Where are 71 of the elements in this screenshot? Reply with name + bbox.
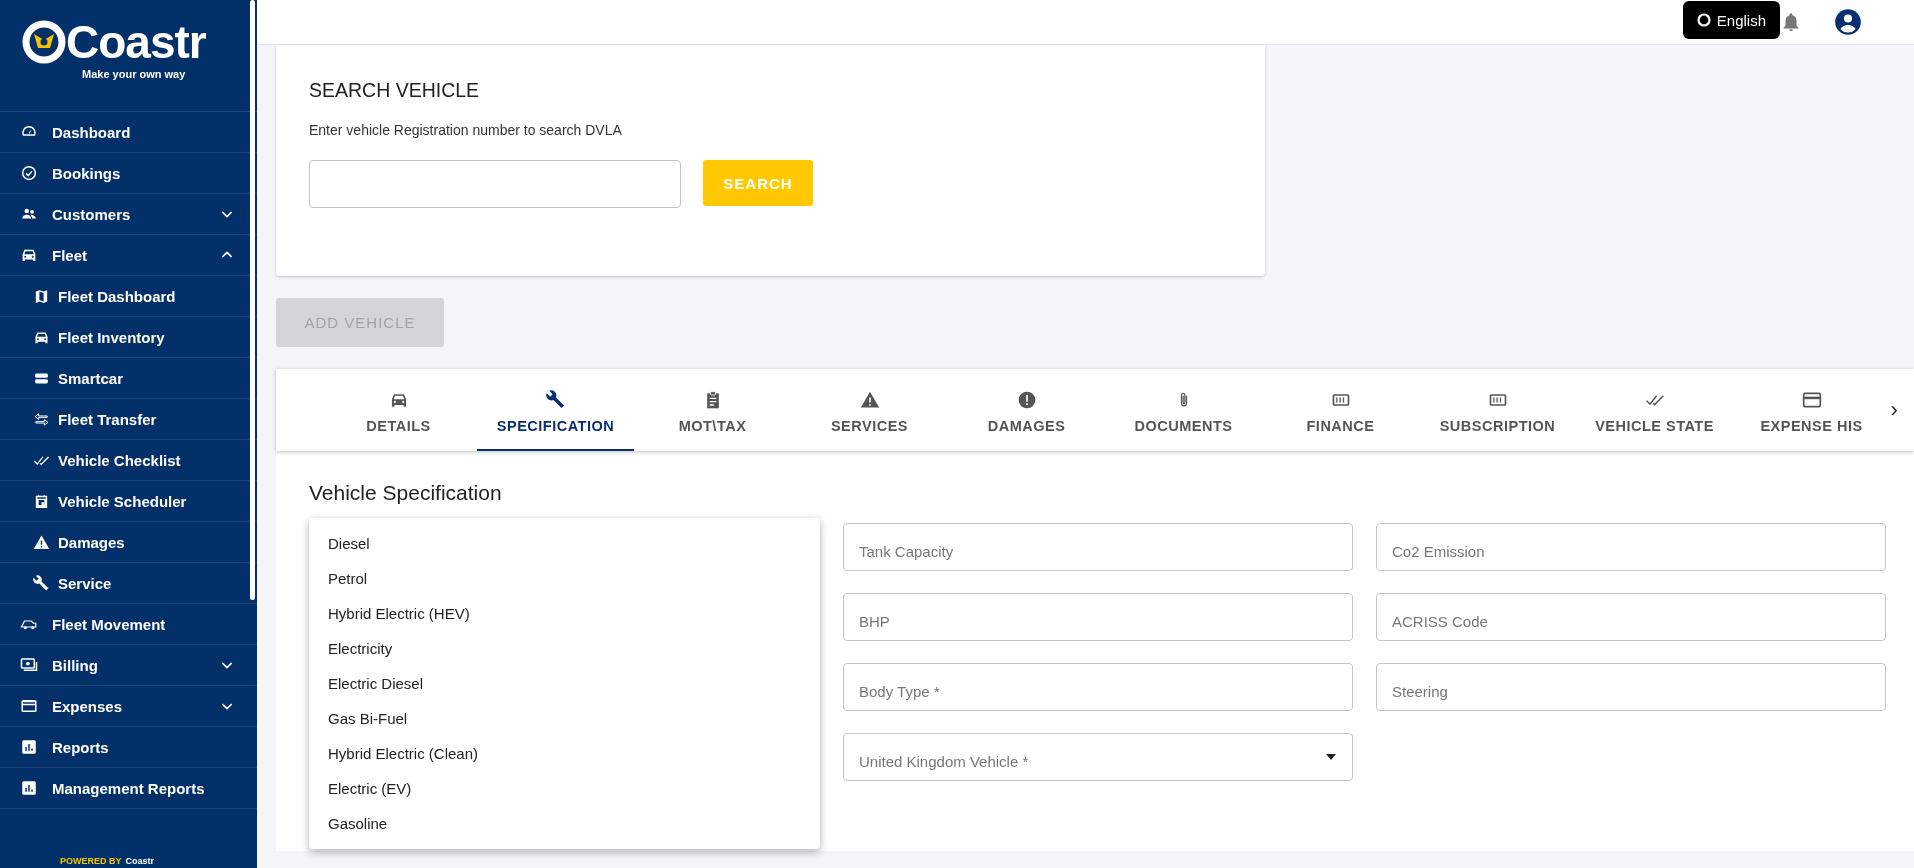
tab[interactable]: VEHICLE STATE <box>1576 369 1733 451</box>
check-circle-icon <box>20 164 38 182</box>
tab[interactable]: MOT\TAX <box>634 369 791 451</box>
nav-item[interactable]: Management Reports <box>52 779 205 797</box>
registration-input[interactable] <box>309 160 681 208</box>
scroll-tabs-button[interactable]: › <box>1874 369 1914 451</box>
dropdown-option[interactable]: Gas Bi-Fuel <box>309 701 820 736</box>
nav-item[interactable]: Bookings <box>52 164 121 182</box>
nav-item[interactable]: Fleet <box>52 246 87 264</box>
tab[interactable]: EXPENSE HIS <box>1733 369 1875 451</box>
dropdown-option[interactable]: Hybrid Electric (Clean) <box>309 736 820 771</box>
tab[interactable]: DETAILS <box>320 369 477 451</box>
nav-item[interactable]: Fleet Inventory <box>58 328 165 346</box>
tab[interactable]: SUBSCRIPTION <box>1419 369 1576 451</box>
nav-item[interactable]: Fleet Dashboard <box>58 287 176 305</box>
credit-card-icon <box>1801 390 1822 410</box>
dropdown-option[interactable]: Electric (EV) <box>309 771 820 806</box>
section-title: Vehicle Specification <box>309 481 503 505</box>
dropdown-option[interactable]: Diesel <box>309 526 820 561</box>
alert-circle-icon <box>1016 390 1037 410</box>
chart-icon <box>20 738 38 756</box>
credit-card-icon <box>20 697 38 715</box>
input-field[interactable]: Tank Capacity <box>843 523 1353 571</box>
caret-icon <box>1325 753 1337 761</box>
chart-icon <box>20 779 38 797</box>
nav-item[interactable]: Expenses <box>52 697 123 715</box>
tab[interactable]: FINANCE <box>1262 369 1419 451</box>
nav-item[interactable]: Fleet Movement <box>52 615 166 633</box>
tab[interactable]: SERVICES <box>791 369 948 451</box>
input-field[interactable]: ACRISS Code <box>1376 593 1886 641</box>
input-field[interactable]: Body Type * <box>843 663 1353 711</box>
nav-item[interactable]: Customers <box>52 205 131 223</box>
nav-item[interactable]: Fleet Transfer <box>58 410 157 428</box>
steering-wheel-icon <box>22 20 66 64</box>
nav-item[interactable]: Service <box>58 574 112 592</box>
input-field[interactable]: Steering <box>1376 663 1886 711</box>
tab[interactable]: DAMAGES <box>948 369 1105 451</box>
powered-by-label: POWERED BY <box>60 856 122 866</box>
nav-item[interactable]: Reports <box>52 738 109 756</box>
scrollbar[interactable] <box>250 0 255 600</box>
nav-item[interactable]: Vehicle Scheduler <box>58 492 187 510</box>
powered-by-brand: Coastr <box>125 856 155 866</box>
tab[interactable]: DOCUMENTS <box>1105 369 1262 451</box>
wrench-icon <box>545 390 566 410</box>
nav-item[interactable]: Billing <box>52 656 98 674</box>
nav-item[interactable]: Smartcar <box>58 369 124 387</box>
banknote-icon <box>20 656 38 674</box>
logo: Coastr <box>22 18 206 66</box>
language-button[interactable]: English <box>1682 1 1780 39</box>
warning-icon <box>859 390 880 410</box>
account-icon[interactable] <box>1834 8 1862 36</box>
nav-item[interactable]: Vehicle Checklist <box>58 451 181 469</box>
swap-arrows-icon <box>33 410 50 428</box>
map-icon <box>33 287 50 305</box>
nav-item[interactable]: Damages <box>58 533 125 551</box>
circle-icon <box>1696 13 1711 27</box>
wrench-icon <box>33 574 50 592</box>
dropdown-option[interactable]: Electricity <box>309 631 820 666</box>
dropdown-option[interactable]: Gasoline <box>309 806 820 841</box>
calendar-icon <box>33 492 50 510</box>
dropdown-option[interactable]: Hybrid Electric (HEV) <box>309 596 820 631</box>
logo-tagline: Make your own way <box>82 68 186 80</box>
search-hint: Enter vehicle Registration number to search DVLA <box>309 122 623 138</box>
dropdown-option[interactable]: Electric Diesel <box>309 666 820 701</box>
warning-icon <box>33 533 50 551</box>
dropdown-option[interactable]: Petrol <box>309 561 820 596</box>
input-field[interactable]: BHP <box>843 593 1353 641</box>
nav-item[interactable]: Dashboard <box>52 123 131 141</box>
input-field[interactable]: Co2 Emission <box>1376 523 1886 571</box>
select-field[interactable]: United Kingdom Vehicle * <box>843 733 1353 781</box>
card-title: SEARCH VEHICLE <box>309 79 481 102</box>
